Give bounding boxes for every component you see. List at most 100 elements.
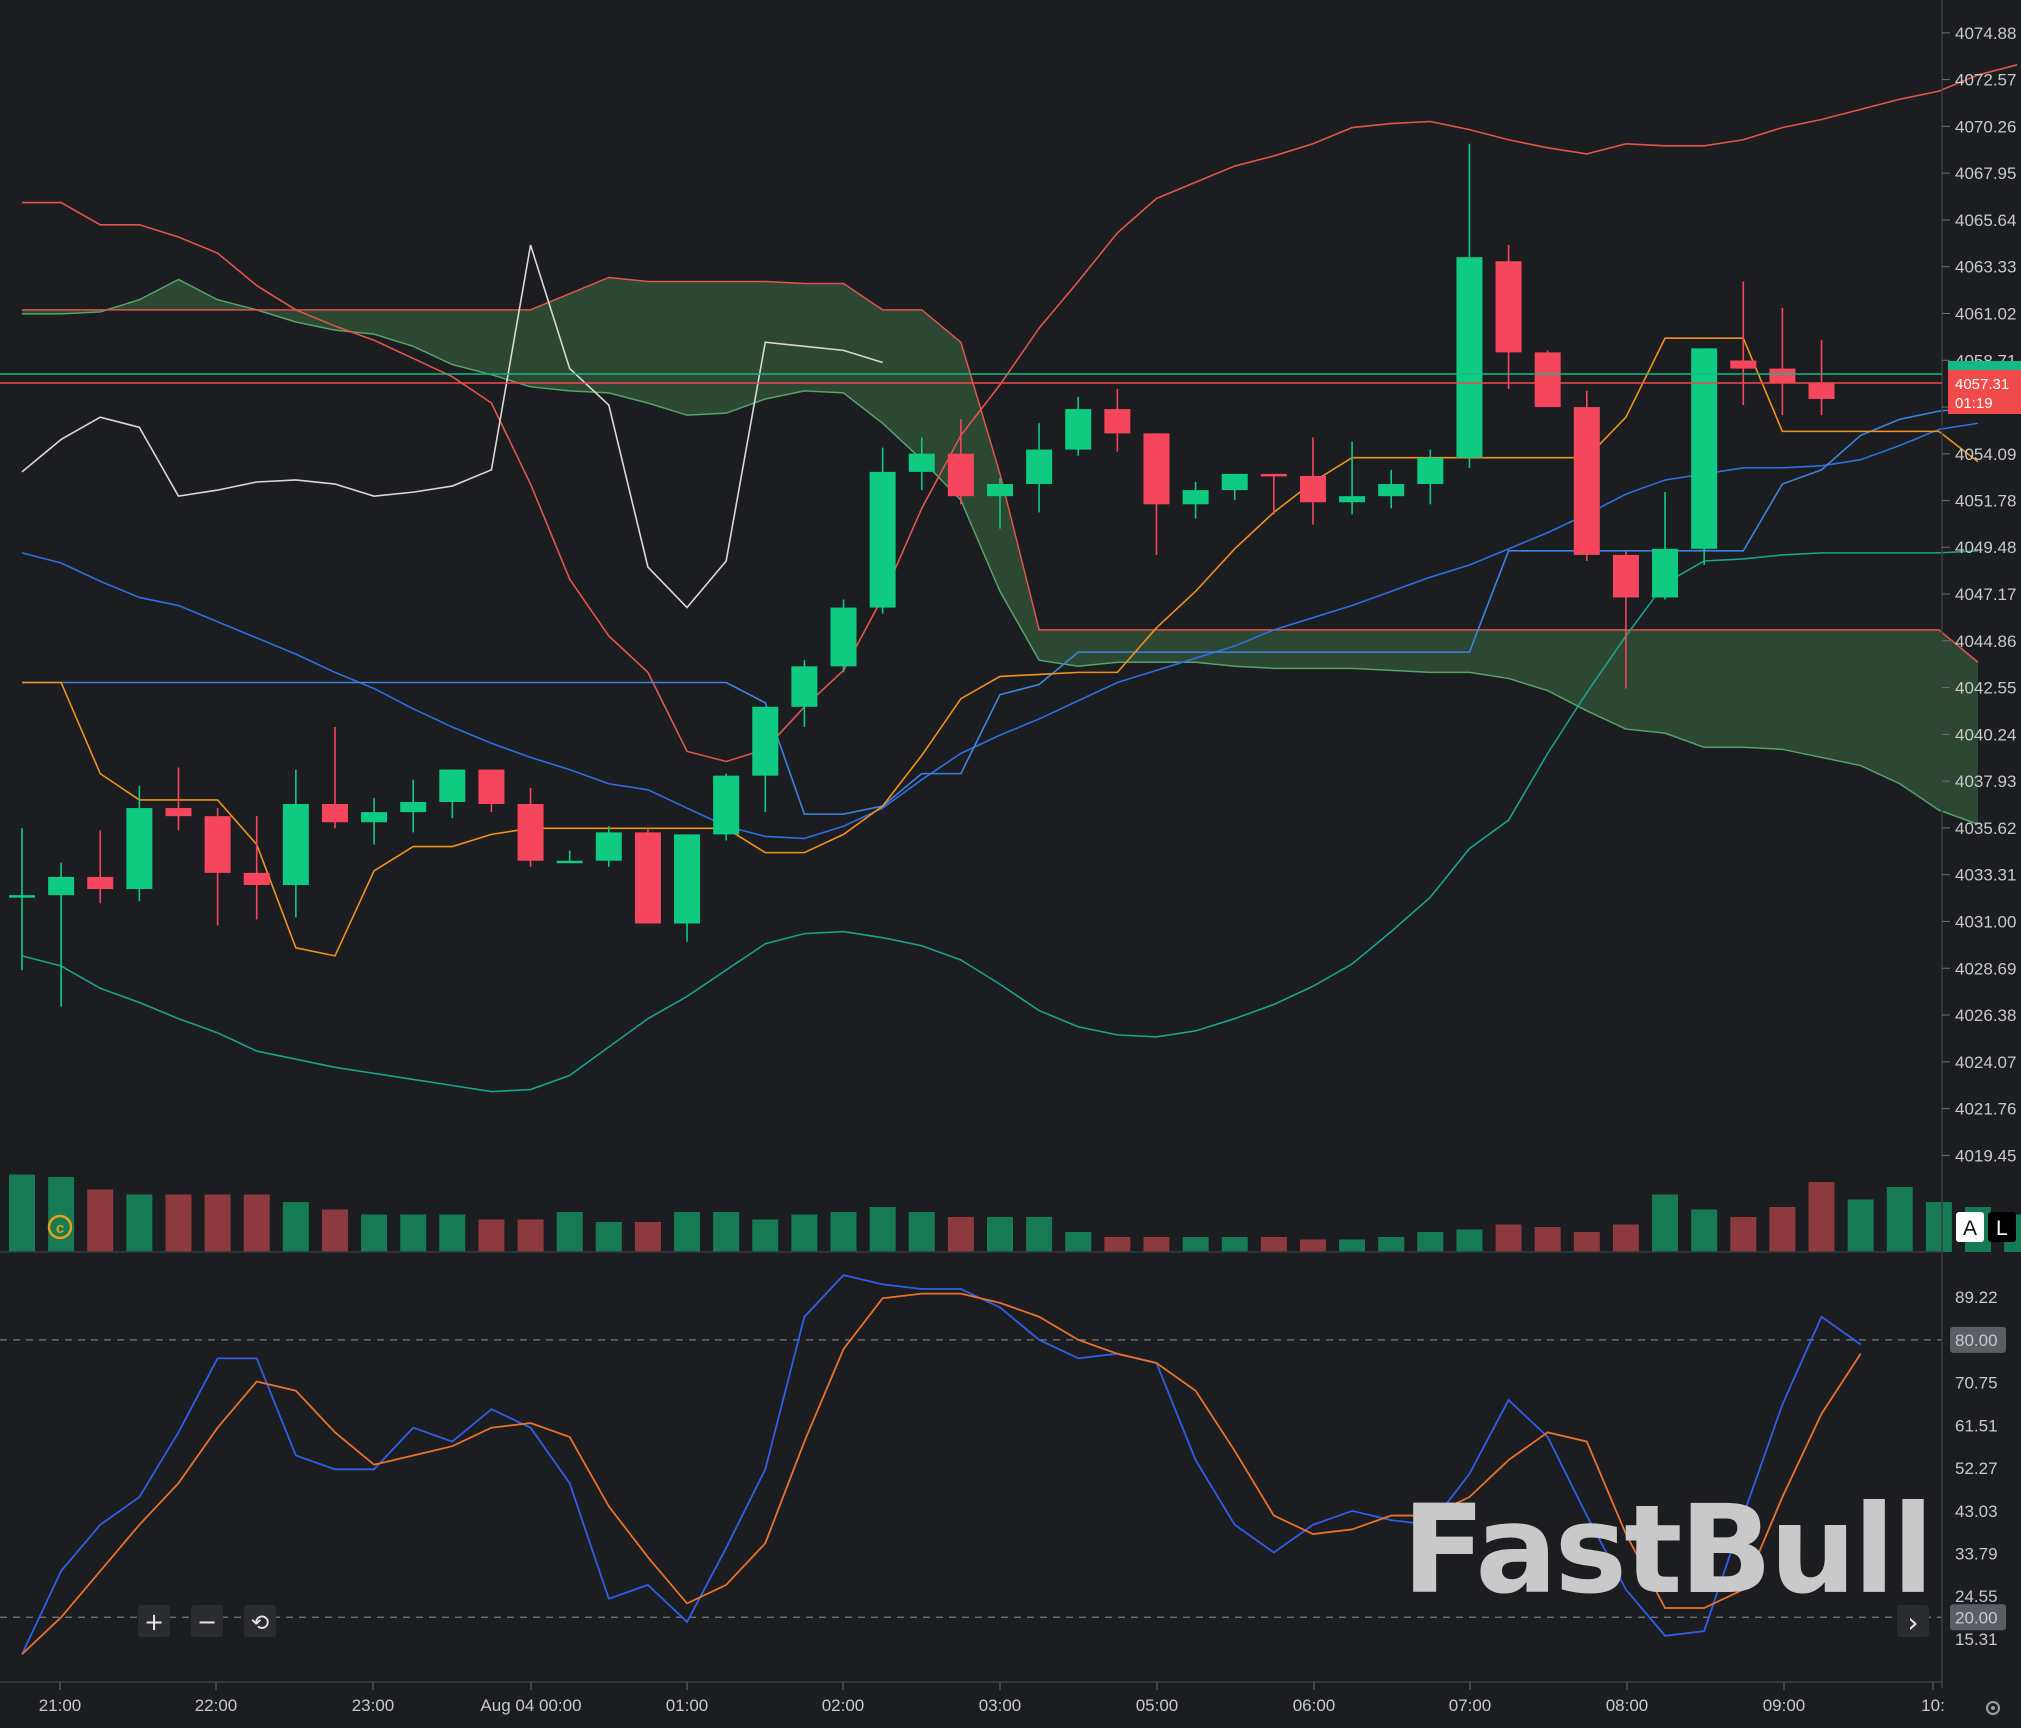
price-tick-label: 4026.38 bbox=[1955, 1006, 2016, 1025]
volume-bar bbox=[361, 1214, 388, 1252]
price-tick-label: 4051.78 bbox=[1955, 492, 2016, 511]
price-tick-label: 4024.07 bbox=[1955, 1053, 2016, 1072]
candle-body bbox=[1299, 475, 1326, 503]
volume-bar bbox=[1456, 1229, 1483, 1252]
volume-bar bbox=[321, 1209, 348, 1252]
candle-body bbox=[243, 872, 270, 886]
candle-body bbox=[595, 832, 622, 861]
candle-body bbox=[1104, 409, 1131, 434]
volume-bar bbox=[947, 1217, 974, 1252]
current-price-tag: 4057.31 01:19 bbox=[1948, 370, 2021, 414]
candle-body bbox=[1769, 368, 1796, 383]
volume-bar bbox=[1730, 1217, 1757, 1252]
volume-bar bbox=[1495, 1224, 1522, 1252]
log-label: L bbox=[1996, 1217, 2008, 1240]
candle-body bbox=[1495, 261, 1522, 353]
price-tick-label: 4063.33 bbox=[1955, 258, 2016, 277]
candle-body bbox=[1456, 257, 1483, 458]
candle-body bbox=[1652, 548, 1679, 598]
time-tick-label: Aug 04 00:00 bbox=[480, 1696, 581, 1715]
candle-body bbox=[165, 808, 192, 817]
volume-bar bbox=[165, 1194, 192, 1252]
time-tick-label: 10: bbox=[1921, 1696, 1945, 1715]
volume-auto-toggle[interactable]: A bbox=[1956, 1212, 1984, 1242]
minus-icon: − bbox=[197, 1608, 217, 1636]
stochastic-tick-label: 33.79 bbox=[1955, 1545, 1998, 1564]
zoom-in-button[interactable]: + bbox=[138, 1605, 170, 1637]
plus-icon: + bbox=[144, 1608, 164, 1636]
candle-body bbox=[674, 834, 701, 924]
candle-body bbox=[1612, 554, 1639, 598]
stochastic-tick-label: 43.03 bbox=[1955, 1502, 1998, 1521]
price-tick-label: 4021.76 bbox=[1955, 1100, 2016, 1119]
price-tag-countdown: 01:19 bbox=[1955, 395, 1993, 412]
watermark: FastBull bbox=[1402, 1479, 1931, 1621]
volume-bar bbox=[243, 1194, 270, 1252]
price-tick-label: 4031.00 bbox=[1955, 912, 2016, 931]
volume-bar bbox=[1299, 1239, 1326, 1252]
volume-bar bbox=[1808, 1182, 1835, 1252]
volume-bar bbox=[204, 1194, 231, 1252]
price-tick-label: 4070.26 bbox=[1955, 117, 2016, 136]
candle-body bbox=[126, 808, 153, 890]
volume-bar bbox=[48, 1177, 75, 1252]
chart-canvas[interactable]: 4074.88 4072.57 4070.26 4067.95 4065.64 4063.… bbox=[0, 0, 2021, 1728]
candle-body bbox=[987, 484, 1013, 497]
time-tick-label: 22:00 bbox=[195, 1696, 238, 1715]
volume-bar bbox=[400, 1214, 427, 1252]
time-tick-label: 06:00 bbox=[1293, 1696, 1336, 1715]
time-tick-label: 05:00 bbox=[1136, 1696, 1179, 1715]
volume-bar bbox=[1612, 1224, 1639, 1252]
volume-bar bbox=[1769, 1207, 1796, 1252]
reset-view-button[interactable]: ⟲ bbox=[244, 1605, 276, 1637]
candle-body bbox=[752, 706, 779, 776]
scroll-right-button[interactable]: › bbox=[1897, 1605, 1929, 1639]
volume-log-toggle[interactable]: L bbox=[1988, 1212, 2016, 1242]
candle-body bbox=[1260, 473, 1287, 477]
volume-bar bbox=[791, 1214, 818, 1252]
price-tick-label: 4072.57 bbox=[1955, 71, 2016, 90]
volume-bar bbox=[1182, 1237, 1209, 1252]
time-tick-label: 01:00 bbox=[666, 1696, 709, 1715]
volume-bar bbox=[595, 1222, 622, 1252]
price-tick-label: 4033.31 bbox=[1955, 866, 2016, 885]
volume-bar bbox=[1378, 1237, 1405, 1252]
volume-bar bbox=[1065, 1232, 1092, 1252]
volume-bar bbox=[87, 1189, 114, 1252]
price-tick-label: 4065.64 bbox=[1955, 211, 2016, 230]
volume-bar bbox=[1652, 1194, 1679, 1252]
candle-body bbox=[1182, 490, 1209, 505]
volume-bar bbox=[439, 1214, 466, 1252]
candle-body bbox=[517, 804, 544, 861]
price-tick-label: 4049.48 bbox=[1955, 538, 2016, 557]
stochastic-tick-label: 61.51 bbox=[1955, 1416, 1998, 1435]
candle-body bbox=[1573, 407, 1600, 555]
volume-bar bbox=[1339, 1239, 1366, 1252]
svg-text:c: c bbox=[56, 1220, 64, 1237]
time-tick-label: 08:00 bbox=[1606, 1696, 1649, 1715]
zoom-out-button[interactable]: − bbox=[191, 1605, 223, 1637]
volume-bar bbox=[1143, 1237, 1170, 1252]
volume-bar bbox=[752, 1219, 779, 1252]
candle-body bbox=[1143, 433, 1170, 505]
volume-bar bbox=[1573, 1232, 1600, 1252]
volume-bar bbox=[987, 1217, 1013, 1252]
volume-bar bbox=[517, 1219, 544, 1252]
candle-body bbox=[830, 607, 857, 667]
time-tick-label: 23:00 bbox=[352, 1696, 395, 1715]
price-tick-label: 4067.95 bbox=[1955, 164, 2016, 183]
volume-bar bbox=[908, 1212, 935, 1252]
chevron-right-icon: › bbox=[1907, 1606, 1918, 1639]
volume-bar bbox=[282, 1202, 309, 1252]
candle-body bbox=[48, 876, 75, 896]
price-tick-label: 4019.45 bbox=[1955, 1146, 2016, 1165]
candle-body bbox=[204, 816, 231, 873]
candle-body bbox=[869, 471, 896, 608]
volume-bar bbox=[1260, 1237, 1287, 1252]
volume-bar bbox=[869, 1207, 896, 1252]
candle-body bbox=[1221, 473, 1248, 491]
candle-body bbox=[908, 453, 935, 472]
candle-body bbox=[556, 860, 583, 864]
candle-body bbox=[1730, 360, 1757, 369]
volume-bar bbox=[478, 1219, 505, 1252]
